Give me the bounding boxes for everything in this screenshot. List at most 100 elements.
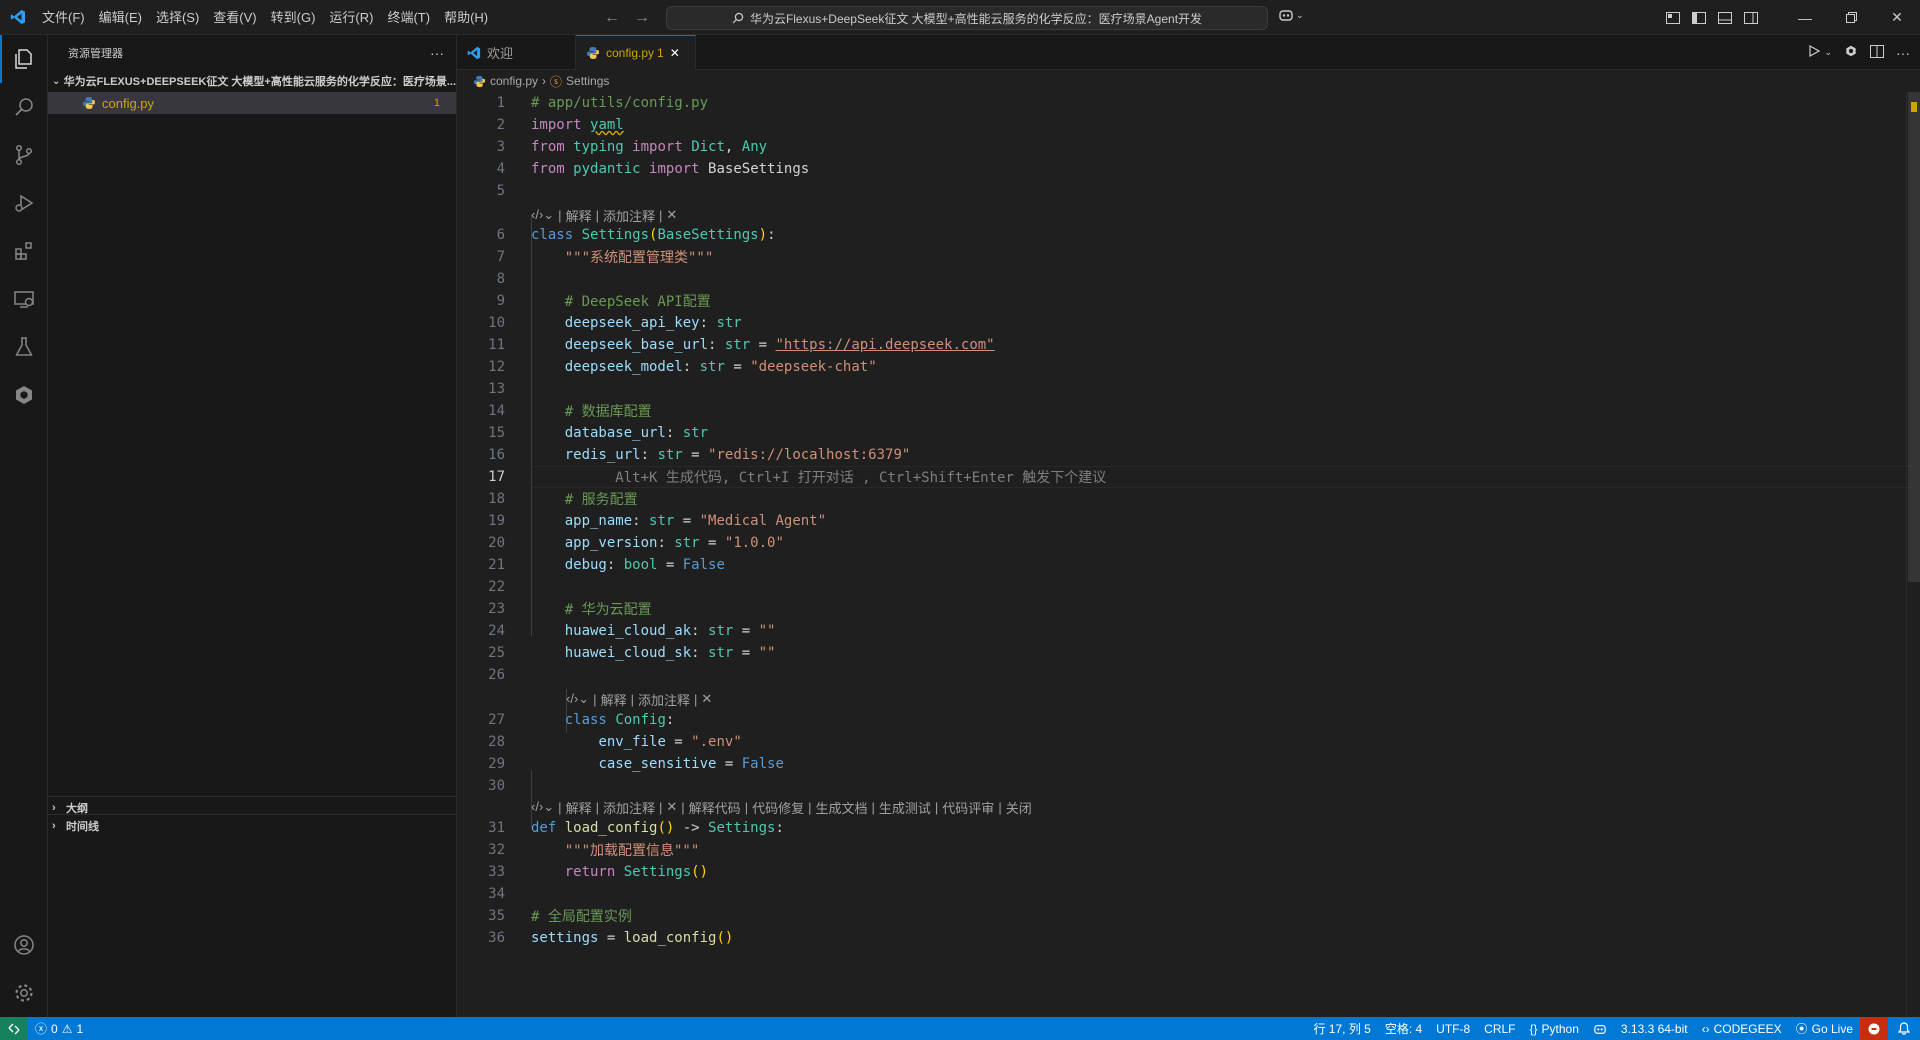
explorer-icon[interactable] (0, 35, 48, 83)
code-line: 15 database_url: str (488, 425, 709, 441)
menu-go[interactable]: 转到(G) (264, 0, 323, 35)
code-line: 30 (488, 778, 505, 794)
source-control-icon[interactable] (0, 131, 48, 179)
chevron-down-icon: ⌄ (1296, 9, 1304, 20)
navigation-arrows: ← → (604, 0, 650, 35)
run-debug-icon[interactable] (0, 179, 48, 227)
codegeex-action-icon[interactable] (1844, 44, 1858, 61)
remote-explorer-icon[interactable] (0, 275, 48, 323)
go-live-label: Go Live (1811, 1021, 1853, 1036)
notifications-bell-icon[interactable] (1888, 1017, 1920, 1040)
end-of-line[interactable]: CRLF (1477, 1017, 1522, 1040)
scrollbar-thumb[interactable] (1908, 92, 1920, 582)
customize-layout-icon[interactable] (1660, 0, 1686, 35)
tab-welcome[interactable]: 欢迎 (457, 35, 576, 70)
codelens-fix-code[interactable]: 代码修复 (752, 798, 804, 817)
code-icon[interactable]: ‹/›⌄ (566, 691, 589, 707)
copilot-status-icon[interactable] (1586, 1017, 1614, 1040)
menu-view[interactable]: 查看(V) (206, 0, 263, 35)
chevron-down-icon[interactable]: ⌄ (1824, 47, 1832, 58)
codegeex-status[interactable]: ‹› CODEGEEX (1695, 1017, 1789, 1040)
code-editor[interactable]: 1 # app/utils/config.py 2 import yaml 3 fro… (457, 92, 1920, 1017)
codelens-explain[interactable]: 解释 (566, 798, 592, 817)
indentation[interactable]: 空格: 4 (1378, 1017, 1429, 1040)
codelens-explain[interactable]: 解释 (566, 206, 592, 225)
extensions-icon[interactable] (0, 227, 48, 275)
close-icon[interactable]: ✕ (666, 799, 677, 815)
breadcrumb-file[interactable]: config.py (490, 74, 538, 88)
chevron-right-icon: › (52, 801, 56, 814)
code-icon[interactable]: ‹/›⌄ (531, 207, 554, 223)
extension-status-icon[interactable] (1860, 1017, 1888, 1040)
vscode-logo-icon (467, 46, 481, 59)
close-icon[interactable]: ✕ (701, 691, 712, 707)
menu-help[interactable]: 帮助(H) (437, 0, 495, 35)
code-line: 13 (488, 381, 505, 397)
workspace-folder[interactable]: ⌄ 华为云FLEXUS+DEEPSEEK征文 大模型+高性能云服务的化学反应：医… (48, 70, 456, 92)
codelens-add-comment[interactable]: 添加注释 (603, 206, 655, 225)
workspace-folder-label: 华为云FLEXUS+DEEPSEEK征文 大模型+高性能云服务的化学反应：医疗场… (63, 76, 456, 88)
codegeex-icon[interactable] (0, 371, 48, 419)
close-icon[interactable]: ✕ (1874, 0, 1920, 35)
back-arrow-icon[interactable]: ← (604, 9, 620, 27)
codelens-close[interactable]: 关闭 (1006, 798, 1032, 817)
menu-run[interactable]: 运行(R) (322, 0, 380, 35)
restore-icon[interactable] (1828, 0, 1874, 35)
code-line: 33 return Settings() (488, 864, 709, 880)
encoding[interactable]: UTF-8 (1429, 1017, 1477, 1040)
code-line: 10 deepseek_api_key: str (488, 315, 742, 331)
file-config-py[interactable]: config.py 1 (48, 92, 456, 114)
activity-bar (0, 35, 48, 1017)
search-icon (732, 12, 744, 24)
tab-config-py[interactable]: config.py 1 ✕ (576, 35, 696, 70)
close-tab-icon[interactable]: ✕ (670, 46, 680, 60)
run-python-file-icon[interactable] (1808, 44, 1821, 60)
menu-file[interactable]: 文件(F) (35, 0, 92, 35)
codelens-explain[interactable]: 解释 (601, 690, 627, 709)
menu-terminal[interactable]: 终端(T) (380, 0, 437, 35)
breadcrumb-symbol[interactable]: Settings (566, 74, 609, 88)
timeline-section[interactable]: › 时间线 (48, 814, 457, 836)
vscode-logo-icon (0, 0, 35, 35)
more-actions-icon[interactable]: ··· (1896, 45, 1910, 61)
toggle-secondary-sidebar-icon[interactable] (1738, 0, 1764, 35)
language-label: Python (1541, 1021, 1579, 1036)
codelens-add-comment[interactable]: 添加注释 (638, 690, 690, 709)
code-line: 8 (496, 271, 505, 287)
code-icon[interactable]: ‹/›⌄ (531, 799, 554, 815)
remote-indicator-icon[interactable] (0, 1017, 28, 1040)
language-mode[interactable]: {} Python (1523, 1017, 1586, 1040)
forward-arrow-icon[interactable]: → (634, 9, 650, 27)
codelens-code-review[interactable]: 代码评审 (942, 798, 994, 817)
breadcrumb: config.py › ⓢ Settings (457, 70, 1920, 92)
cursor-position[interactable]: 行 17, 列 5 (1306, 1017, 1377, 1040)
code-line: 31 def load_config() -> Settings: (488, 820, 784, 836)
editor-scrollbar[interactable] (1906, 92, 1920, 1017)
command-center[interactable]: 华为云Flexus+DeepSeek征文 大模型+高性能云服务的化学反应：医疗场… (666, 6, 1268, 30)
inline-ghost-hint: Alt+K 生成代码, Ctrl+I 打开对话 , Ctrl+Shift+Ent… (615, 470, 1107, 486)
go-live-button[interactable]: ⦿ Go Live (1789, 1017, 1860, 1040)
more-actions-icon[interactable]: ··· (430, 45, 444, 61)
close-icon[interactable]: ✕ (666, 207, 677, 223)
testing-icon[interactable] (0, 323, 48, 371)
toggle-panel-icon[interactable] (1712, 0, 1738, 35)
problems-indicator[interactable]: ⓧ 0 ⚠ 1 (28, 1017, 90, 1040)
code-line: 23 # 华为云配置 (488, 601, 652, 618)
search-icon[interactable] (0, 83, 48, 131)
minimize-icon[interactable]: — (1782, 0, 1828, 35)
split-editor-icon[interactable] (1870, 44, 1884, 61)
codelens-generate-docs[interactable]: 生成文档 (815, 798, 867, 817)
codelens-explain-code[interactable]: 解释代码 (689, 798, 741, 817)
codelens-generate-tests[interactable]: 生成测试 (879, 798, 931, 817)
settings-gear-icon[interactable] (0, 969, 48, 1017)
menu-edit[interactable]: 编辑(E) (92, 0, 149, 35)
accounts-icon[interactable] (0, 921, 48, 969)
menu-selection[interactable]: 选择(S) (149, 0, 206, 35)
python-interpreter[interactable]: 3.13.3 64-bit (1614, 1017, 1695, 1040)
copilot-icon (1279, 10, 1293, 21)
code-line: 6 class Settings(BaseSettings): (496, 227, 776, 243)
copilot-button[interactable]: ⌄ (1278, 8, 1304, 22)
toggle-primary-sidebar-icon[interactable] (1686, 0, 1712, 35)
codelens-add-comment[interactable]: 添加注释 (603, 798, 655, 817)
code-line: 28 env_file = ".env" (488, 734, 742, 750)
